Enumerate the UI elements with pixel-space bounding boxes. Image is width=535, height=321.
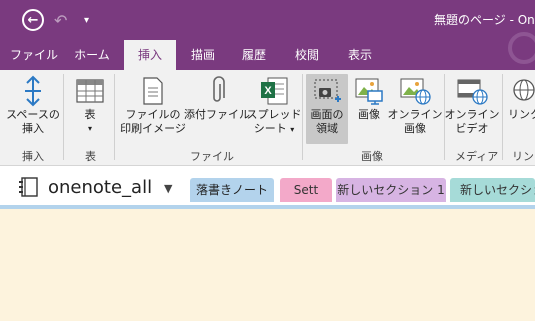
- picture-button[interactable]: 画像: [350, 74, 388, 122]
- file-printout-button[interactable]: ファイルの 印刷イメージ: [120, 74, 186, 136]
- attach-file-button[interactable]: 添付ファイル: [184, 74, 250, 122]
- group-label-link: リンク: [512, 150, 535, 163]
- ribbon-tabs: ファイル ホーム 挿入 描画 履歴 校閲 表示: [0, 32, 535, 70]
- file-printout-icon: [136, 74, 170, 108]
- notebook-nav: onenote_all ▼ 落書きノート Sett 新しいセクション 1 新しい…: [0, 166, 535, 208]
- table-icon: [73, 74, 107, 108]
- decorative-swirl-icon: [508, 32, 535, 64]
- chevron-down-icon: ▾: [290, 125, 295, 134]
- notebook-name[interactable]: onenote_all: [48, 177, 152, 198]
- group-label-table: 表: [85, 150, 96, 163]
- undo-button[interactable]: ↶: [54, 7, 67, 33]
- screen-clipping-button[interactable]: 画面の 領域: [306, 74, 348, 144]
- insert-space-icon: [16, 74, 50, 108]
- tab-insert[interactable]: 挿入: [124, 40, 176, 70]
- paperclip-icon: [200, 74, 234, 108]
- picture-icon: [352, 74, 386, 108]
- section-tab-sett[interactable]: Sett: [280, 178, 332, 202]
- attach-file-label: 添付ファイル: [184, 108, 250, 121]
- insert-space-button[interactable]: スペースの 挿入: [6, 74, 60, 136]
- link-label: リンク: [508, 108, 535, 121]
- tab-draw[interactable]: 描画: [180, 40, 226, 70]
- online-video-button[interactable]: オンライン ビデオ: [444, 74, 500, 136]
- file-printout-label-2: 印刷イメージ: [120, 122, 186, 135]
- page-canvas[interactable]: [0, 205, 535, 321]
- excel-icon: X: [257, 74, 291, 108]
- tab-file[interactable]: ファイル: [6, 40, 62, 70]
- group-separator: [502, 74, 503, 160]
- group-separator: [302, 74, 303, 160]
- screen-clipping-icon: [310, 74, 344, 108]
- ribbon-panel: スペースの 挿入 表 ▾ ファイルの 印刷イメージ 添付ファイル X スプレッド…: [0, 70, 535, 166]
- notebook-icon: [18, 176, 40, 202]
- group-label-image: 画像: [361, 150, 383, 163]
- spreadsheet-label-1: スプレッド: [246, 108, 302, 121]
- group-label-media: メディア: [455, 150, 499, 163]
- group-label-file: ファイル: [190, 150, 234, 163]
- group-separator: [63, 74, 64, 160]
- svg-text:X: X: [264, 85, 272, 97]
- tab-review[interactable]: 校閲: [284, 40, 330, 70]
- file-printout-label-1: ファイルの: [125, 108, 181, 121]
- tab-history[interactable]: 履歴: [230, 40, 278, 70]
- notebook-dropdown-icon[interactable]: ▼: [164, 182, 172, 195]
- insert-space-label-1: スペースの: [6, 108, 60, 121]
- table-button[interactable]: 表 ▾: [70, 74, 110, 136]
- section-tab-rakugaki[interactable]: 落書きノート: [190, 178, 274, 202]
- online-picture-label-2: 画像: [404, 122, 426, 135]
- online-video-icon: [455, 74, 489, 108]
- screen-clipping-label-2: 領域: [316, 122, 338, 135]
- section-tab-new-1[interactable]: 新しいセクション 1: [336, 178, 446, 202]
- undo-icon: ↶: [54, 10, 68, 30]
- online-video-label-1: オンライン: [444, 108, 500, 121]
- table-label: 表: [84, 108, 96, 121]
- title-bar: ← ↶ ▾ 無題のページ - On: [0, 0, 535, 40]
- link-button[interactable]: リンク: [508, 74, 535, 122]
- group-label-insert: 挿入: [22, 150, 44, 163]
- spreadsheet-label-2: シート: [253, 122, 287, 135]
- tab-home[interactable]: ホーム: [64, 40, 120, 70]
- online-picture-button[interactable]: オンライン 画像: [387, 74, 443, 136]
- insert-space-label-2: 挿入: [22, 122, 44, 135]
- window-title: 無題のページ - On: [434, 13, 535, 27]
- screen-clipping-label-1: 画面の: [310, 108, 344, 121]
- section-tab-new-2[interactable]: 新しいセクション: [450, 178, 535, 202]
- spreadsheet-button[interactable]: X スプレッド シート ▾: [246, 74, 302, 137]
- chevron-down-icon: ▾: [87, 124, 92, 133]
- dropdown-caret-icon: ▾: [84, 14, 90, 26]
- tab-view[interactable]: 表示: [336, 40, 384, 70]
- online-picture-icon: [398, 74, 432, 108]
- online-picture-label-1: オンライン: [387, 108, 443, 121]
- group-separator: [114, 74, 115, 160]
- online-video-label-2: ビデオ: [455, 122, 489, 135]
- link-icon: [508, 74, 535, 108]
- picture-label: 画像: [358, 108, 380, 121]
- back-arrow-icon: ←: [22, 9, 44, 31]
- spreadsheet-label-2-row: シート ▾: [254, 122, 295, 137]
- customize-qat-button[interactable]: ▾: [84, 7, 89, 33]
- back-button[interactable]: ←: [22, 7, 44, 33]
